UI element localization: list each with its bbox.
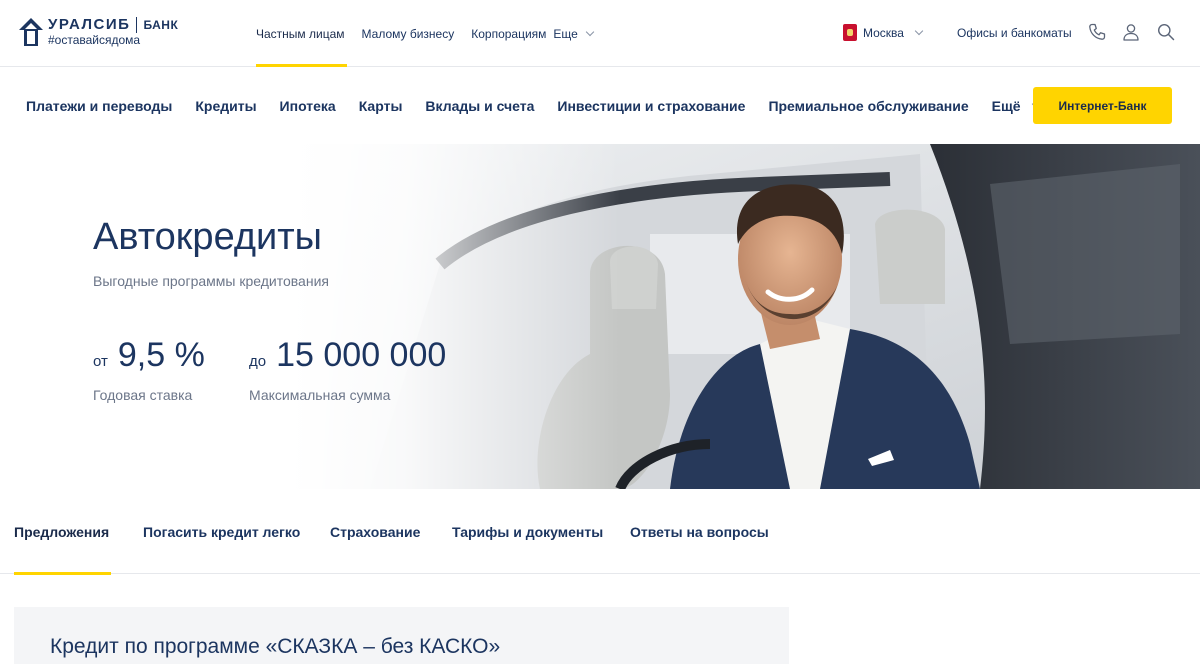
nav-deposits-accounts[interactable]: Вклады и счета [425,98,534,114]
rate-caption: Годовая ставка [93,387,193,403]
phone-icon[interactable] [1087,22,1107,42]
nav-premium-service[interactable]: Премиальное обслуживание [768,98,968,114]
tab-faq[interactable]: Ответы на вопросы [630,489,769,574]
rate-value: 9,5 % [117,336,205,374]
nav-more-label: Ещё [991,97,1021,114]
tab-tariffs-documents[interactable]: Тарифы и документы [452,489,603,574]
rate-prefix: от [93,353,108,370]
moscow-flag-icon [843,24,857,41]
tab-offers[interactable]: Предложения [14,489,112,575]
segment-more-label: Еще [553,26,578,41]
nav-cards[interactable]: Карты [359,98,403,114]
logo-tagline: #оставайсядома [48,33,141,47]
hero-banner: Автокредиты Выгодные программы кредитова… [0,144,1200,489]
offer-card: Кредит по программе «СКАЗКА – без КАСКО» [14,607,789,664]
city-label: Москва [863,25,904,40]
logo-wordmark: УРАЛСИБ [48,16,131,33]
chevron-down-icon [914,26,924,35]
logo[interactable]: УРАЛСИБ БАНК #оставайсядома [18,17,178,51]
nav-investments-insurance[interactable]: Инвестиции и страхование [557,98,745,114]
rate-stat: от 9,5 % Годовая ставка [93,336,205,403]
user-icon[interactable] [1121,22,1141,42]
logo-divider [136,17,138,33]
segment-nav: Частным лицам Малому бизнесу Корпорациям… [256,0,595,67]
hero-fade-overlay [290,144,620,489]
segment-small-business[interactable]: Малому бизнесу [362,0,455,67]
offer-title[interactable]: Кредит по программе «СКАЗКА – без КАСКО» [50,635,500,659]
segment-private-clients[interactable]: Частным лицам [256,0,347,67]
nav-mortgage[interactable]: Ипотека [280,98,336,114]
amount-caption: Максимальная сумма [249,387,391,403]
logo-mark-icon [19,18,43,46]
logo-bank-label: БАНК [143,18,179,32]
nav-payments-transfers[interactable]: Платежи и переводы [26,98,172,114]
nav-credits[interactable]: Кредиты [195,98,256,114]
page-subtitle: Выгодные программы кредитования [93,273,329,289]
amount-stat: до 15 000 000 Максимальная сумма [249,336,446,403]
nav-more-dropdown[interactable]: Ещё [991,97,1040,114]
city-selector[interactable]: Москва [843,24,924,41]
page-title: Автокредиты [93,216,322,258]
segment-corporations[interactable]: Корпорациям [471,0,546,67]
amount-value: 15 000 000 [276,336,447,374]
search-icon[interactable] [1156,22,1176,42]
tab-insurance[interactable]: Страхование [330,489,420,574]
top-bar: УРАЛСИБ БАНК #оставайсядома Частным лица… [0,0,1200,67]
tab-repay-credit[interactable]: Погасить кредит легко [143,489,300,574]
segment-more-dropdown[interactable]: Еще [553,0,595,67]
amount-prefix: до [249,353,267,370]
main-nav: Платежи и переводы Кредиты Ипотека Карты… [0,67,1200,144]
chevron-down-icon [585,27,595,36]
offices-atms-link[interactable]: Офисы и банкоматы [957,26,1072,40]
internet-bank-button[interactable]: Интернет-Банк [1033,87,1172,124]
section-tabs: Предложения Погасить кредит легко Страхо… [0,489,1200,575]
